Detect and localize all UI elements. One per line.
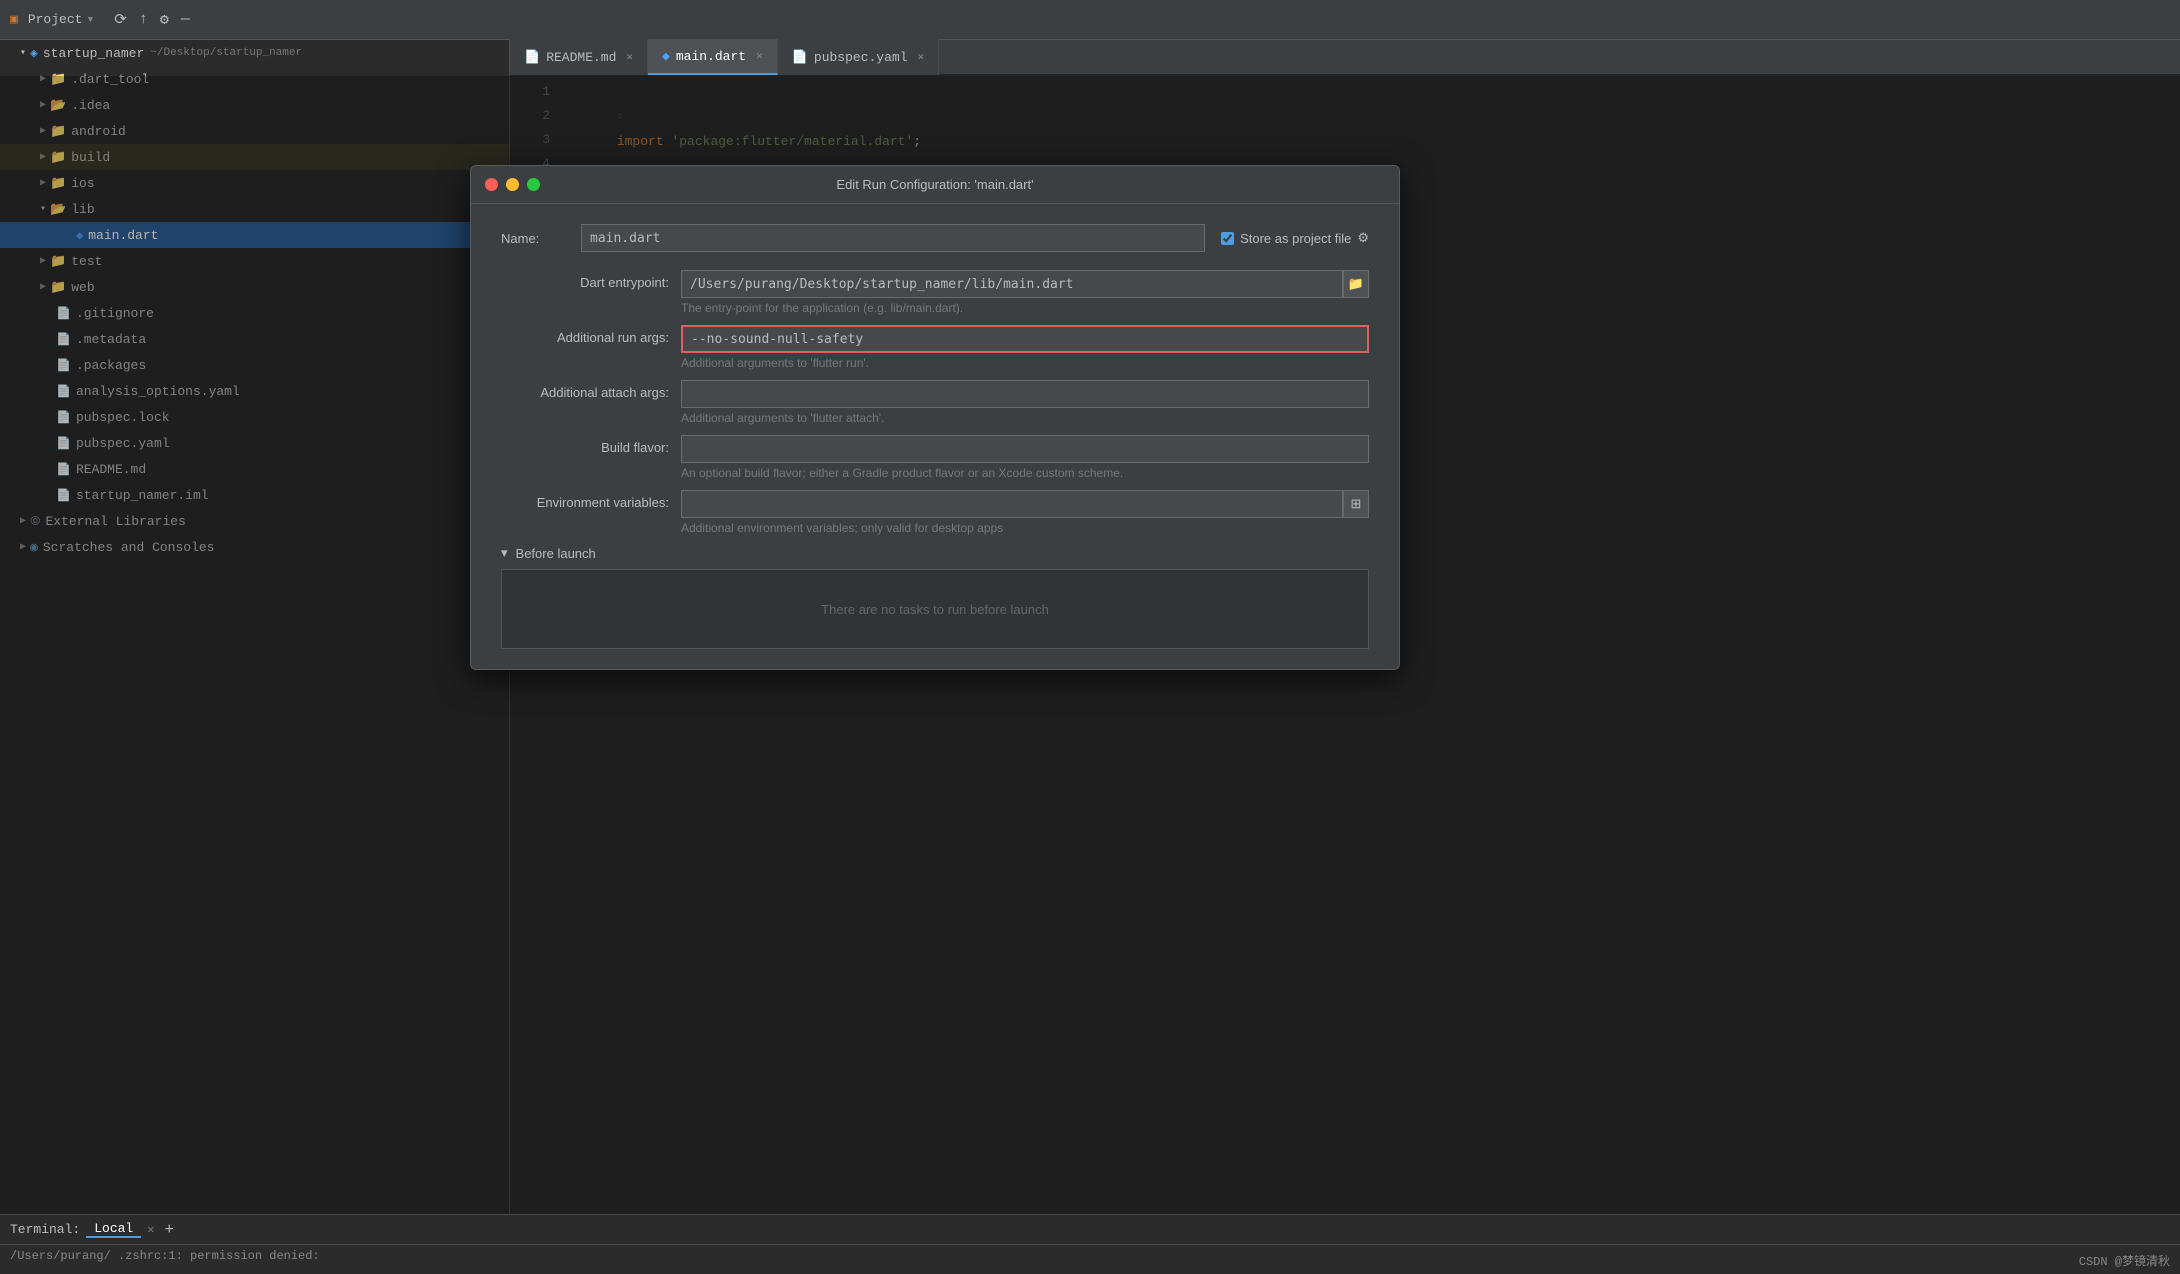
dart-entrypoint-field: 📁 The entry-point for the application (e…: [681, 270, 1369, 315]
add-terminal-btn[interactable]: +: [164, 1221, 174, 1239]
project-dropdown-icon[interactable]: ▾: [86, 12, 94, 27]
name-label: Name:: [501, 231, 581, 246]
root-path: ~/Desktop/startup_namer: [150, 47, 302, 59]
csdn-label: CSDN @梦镜清秋: [2079, 1255, 2170, 1269]
before-launch-header[interactable]: ▾ Before launch: [501, 545, 1369, 561]
terminal-text: /Users/purang/ .zshrc:1: permission deni…: [10, 1249, 320, 1263]
before-launch-label: Before launch: [516, 546, 596, 561]
dart-hint: The entry-point for the application (e.g…: [681, 301, 1369, 315]
tab-pubspec-close[interactable]: ✕: [918, 50, 925, 64]
flavor-hint: An optional build flavor; either a Gradl…: [681, 466, 1369, 480]
no-tasks-text: There are no tasks to run before launch: [821, 602, 1049, 617]
project-icon: ▣: [10, 12, 18, 27]
root-chevron: ▾: [20, 47, 26, 59]
tab-dart-close[interactable]: ✕: [756, 49, 763, 63]
env-vars-field: ⊞ Additional environment variables; only…: [681, 490, 1369, 535]
build-flavor-row: Build flavor: An optional build flavor; …: [501, 435, 1369, 480]
minimize-icon[interactable]: —: [181, 11, 190, 28]
toolbar-left: ▣ Project ▾: [10, 12, 94, 27]
dart-entrypoint-row: Dart entrypoint: 📁 The entry-point for t…: [501, 270, 1369, 315]
tl-close[interactable]: [485, 178, 498, 191]
before-launch-body: There are no tasks to run before launch: [501, 569, 1369, 649]
attach-hint: Additional arguments to 'flutter attach'…: [681, 411, 1369, 425]
tab-main-dart-label: main.dart: [676, 49, 746, 64]
terminal-tabs: Terminal: Local ✕ +: [0, 1215, 2180, 1245]
top-toolbar: ▣ Project ▾ ⟳ ↑ ⚙ —: [0, 0, 2180, 40]
dart-entrypoint-input[interactable]: [681, 270, 1343, 298]
tab-bar: 📄 README.md ✕ ◆ main.dart ✕ 📄 pubspec.ya…: [510, 40, 2180, 76]
sync-icon[interactable]: ⟳: [114, 10, 127, 29]
terminal-tab-local-label: Local: [94, 1221, 133, 1236]
tl-maximize[interactable]: [527, 178, 540, 191]
terminal-bar: Terminal: Local ✕ + /Users/purang/ .zshr…: [0, 1214, 2180, 1274]
name-input[interactable]: [581, 224, 1205, 252]
tab-readme-label: README.md: [546, 50, 616, 65]
name-row: Name: Store as project file ⚙: [501, 224, 1369, 252]
run-args-label: Additional run args:: [501, 325, 681, 345]
tab-readme[interactable]: 📄 README.md ✕: [510, 39, 648, 75]
up-icon[interactable]: ↑: [139, 11, 148, 28]
tab-pubspec-label: pubspec.yaml: [814, 50, 908, 65]
project-label-text: Project: [28, 12, 83, 27]
attach-args-label: Additional attach args:: [501, 380, 681, 400]
tab-readme-icon: 📄: [524, 50, 540, 65]
tab-yaml-icon: 📄: [792, 50, 808, 65]
terminal-tab-local[interactable]: Local: [86, 1221, 141, 1238]
build-flavor-field: An optional build flavor; either a Gradl…: [681, 435, 1369, 480]
store-project-row: Store as project file ⚙: [1221, 230, 1369, 246]
store-project-checkbox[interactable]: [1221, 232, 1234, 245]
attach-args-field: Additional arguments to 'flutter attach'…: [681, 380, 1369, 425]
store-settings-icon[interactable]: ⚙: [1357, 230, 1369, 246]
env-browse-btn[interactable]: ⊞: [1343, 490, 1369, 518]
env-vars-label: Environment variables:: [501, 490, 681, 510]
tab-readme-close[interactable]: ✕: [626, 50, 633, 64]
attach-args-row: Additional attach args: Additional argum…: [501, 380, 1369, 425]
env-input-row: ⊞: [681, 490, 1369, 518]
terminal-tab-close[interactable]: ✕: [147, 1222, 154, 1237]
dialog-title: Edit Run Configuration: 'main.dart': [836, 177, 1033, 192]
env-hint: Additional environment variables; only v…: [681, 521, 1369, 535]
tab-pubspec[interactable]: 📄 pubspec.yaml ✕: [778, 39, 939, 75]
run-args-field: Additional arguments to 'flutter run'.: [681, 325, 1369, 370]
settings-icon[interactable]: ⚙: [160, 10, 169, 29]
attach-args-input[interactable]: [681, 380, 1369, 408]
run-args-row: Additional run args: Additional argument…: [501, 325, 1369, 370]
dart-browse-btn[interactable]: 📁: [1343, 270, 1369, 298]
toolbar-icons: ⟳ ↑ ⚙ —: [114, 10, 190, 29]
build-flavor-input[interactable]: [681, 435, 1369, 463]
sidebar-root[interactable]: ▾ ◈ startup_namer ~/Desktop/startup_name…: [0, 40, 509, 66]
edit-run-config-dialog: Edit Run Configuration: 'main.dart' Name…: [470, 165, 1400, 670]
terminal-label: Terminal:: [10, 1222, 80, 1237]
run-args-hint: Additional arguments to 'flutter run'.: [681, 356, 1369, 370]
env-vars-row: Environment variables: ⊞ Additional envi…: [501, 490, 1369, 535]
dart-entrypoint-label: Dart entrypoint:: [501, 270, 681, 290]
tab-dart-icon: ◆: [662, 49, 670, 64]
before-launch-section: ▾ Before launch There are no tasks to ru…: [501, 545, 1369, 649]
root-label: startup_namer: [43, 46, 144, 61]
terminal-content: /Users/purang/ .zshrc:1: permission deni…: [0, 1245, 2180, 1267]
tab-main-dart[interactable]: ◆ main.dart ✕: [648, 39, 778, 75]
tl-minimize[interactable]: [506, 178, 519, 191]
dart-input-row: 📁: [681, 270, 1369, 298]
store-project-label: Store as project file: [1240, 231, 1351, 246]
build-flavor-label: Build flavor:: [501, 435, 681, 455]
csdn-badge: CSDN @梦镜清秋: [2079, 1252, 2170, 1269]
traffic-lights: [485, 178, 540, 191]
env-vars-input[interactable]: [681, 490, 1343, 518]
run-args-input[interactable]: [681, 325, 1369, 353]
dialog-titlebar: Edit Run Configuration: 'main.dart': [471, 166, 1399, 204]
root-icon: ◈: [30, 46, 38, 61]
dialog-body: Name: Store as project file ⚙ Dart entry…: [471, 204, 1399, 669]
before-launch-chevron[interactable]: ▾: [501, 545, 508, 561]
project-label[interactable]: Project ▾: [28, 12, 94, 27]
